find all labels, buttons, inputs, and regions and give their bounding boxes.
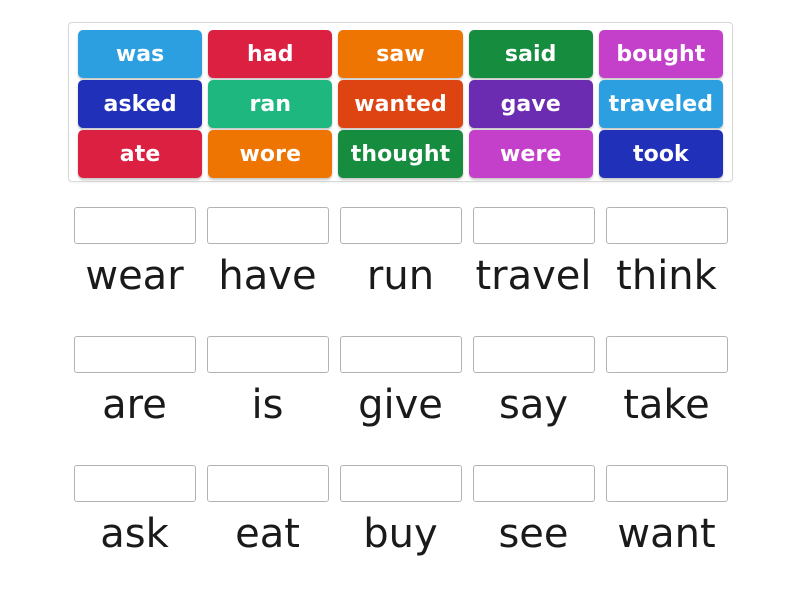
answer-row: ask eat buy see want (68, 465, 733, 555)
answer-label: give (358, 382, 443, 428)
answer-label: have (218, 253, 317, 299)
tile-bank-row: asked ran wanted gave traveled (75, 80, 726, 128)
drop-zone[interactable] (73, 465, 196, 502)
drop-zone[interactable] (73, 336, 196, 373)
draggable-tile[interactable]: took (598, 130, 724, 178)
match-up-activity: was had saw said bought asked ran wanted… (0, 0, 800, 600)
answer-cell: are (71, 336, 198, 426)
answer-label: think (616, 253, 717, 299)
draggable-tile[interactable]: had (208, 30, 333, 78)
answer-cell: buy (337, 465, 464, 555)
draggable-tile[interactable]: was (78, 30, 203, 78)
drop-zone[interactable] (605, 465, 728, 502)
drop-zone[interactable] (206, 465, 329, 502)
draggable-tile[interactable]: said (468, 30, 593, 78)
drop-zone[interactable] (605, 207, 728, 244)
draggable-tile[interactable]: bought (598, 30, 724, 78)
drop-zone[interactable] (339, 465, 462, 502)
answer-cell: is (204, 336, 331, 426)
draggable-tile[interactable]: asked (78, 80, 203, 128)
answer-cell: think (603, 207, 730, 297)
tile-bank-panel: was had saw said bought asked ran wanted… (68, 22, 733, 182)
answer-cell: give (337, 336, 464, 426)
drop-zone[interactable] (472, 465, 595, 502)
answer-cell: want (603, 465, 730, 555)
answer-cell: ask (71, 465, 198, 555)
answer-label: see (498, 511, 569, 557)
answer-row: are is give say take (68, 336, 733, 426)
draggable-tile[interactable]: wore (208, 130, 333, 178)
tile-bank-row: was had saw said bought (75, 30, 726, 78)
drop-zone[interactable] (472, 207, 595, 244)
draggable-tile[interactable]: ate (78, 130, 203, 178)
answer-cell: take (603, 336, 730, 426)
answer-cell: travel (470, 207, 597, 297)
draggable-tile[interactable]: wanted (338, 80, 463, 128)
drop-zone[interactable] (605, 336, 728, 373)
draggable-tile[interactable]: were (468, 130, 593, 178)
answer-cell: eat (204, 465, 331, 555)
answer-label: is (251, 382, 284, 428)
answer-label: wear (85, 253, 184, 299)
answer-label: take (623, 382, 710, 428)
drop-zone[interactable] (339, 336, 462, 373)
answer-row: wear have run travel think (68, 207, 733, 297)
drop-zone[interactable] (339, 207, 462, 244)
draggable-tile[interactable]: gave (468, 80, 593, 128)
answer-label: travel (475, 253, 592, 299)
drop-zone[interactable] (206, 207, 329, 244)
answer-cell: wear (71, 207, 198, 297)
answer-cell: run (337, 207, 464, 297)
answer-label: are (102, 382, 167, 428)
drop-zone[interactable] (206, 336, 329, 373)
answer-cell: have (204, 207, 331, 297)
draggable-tile[interactable]: thought (338, 130, 463, 178)
tile-bank-row: ate wore thought were took (75, 130, 726, 178)
drop-zone[interactable] (73, 207, 196, 244)
answer-label: run (366, 253, 435, 299)
draggable-tile[interactable]: traveled (598, 80, 724, 128)
draggable-tile[interactable]: saw (338, 30, 463, 78)
drop-zone[interactable] (472, 336, 595, 373)
answer-label: eat (235, 511, 300, 557)
draggable-tile[interactable]: ran (208, 80, 333, 128)
answer-cell: say (470, 336, 597, 426)
answer-label: buy (363, 511, 438, 557)
answer-cell: see (470, 465, 597, 555)
answer-label: want (617, 511, 716, 557)
answer-label: ask (100, 511, 169, 557)
answer-label: say (498, 382, 569, 428)
